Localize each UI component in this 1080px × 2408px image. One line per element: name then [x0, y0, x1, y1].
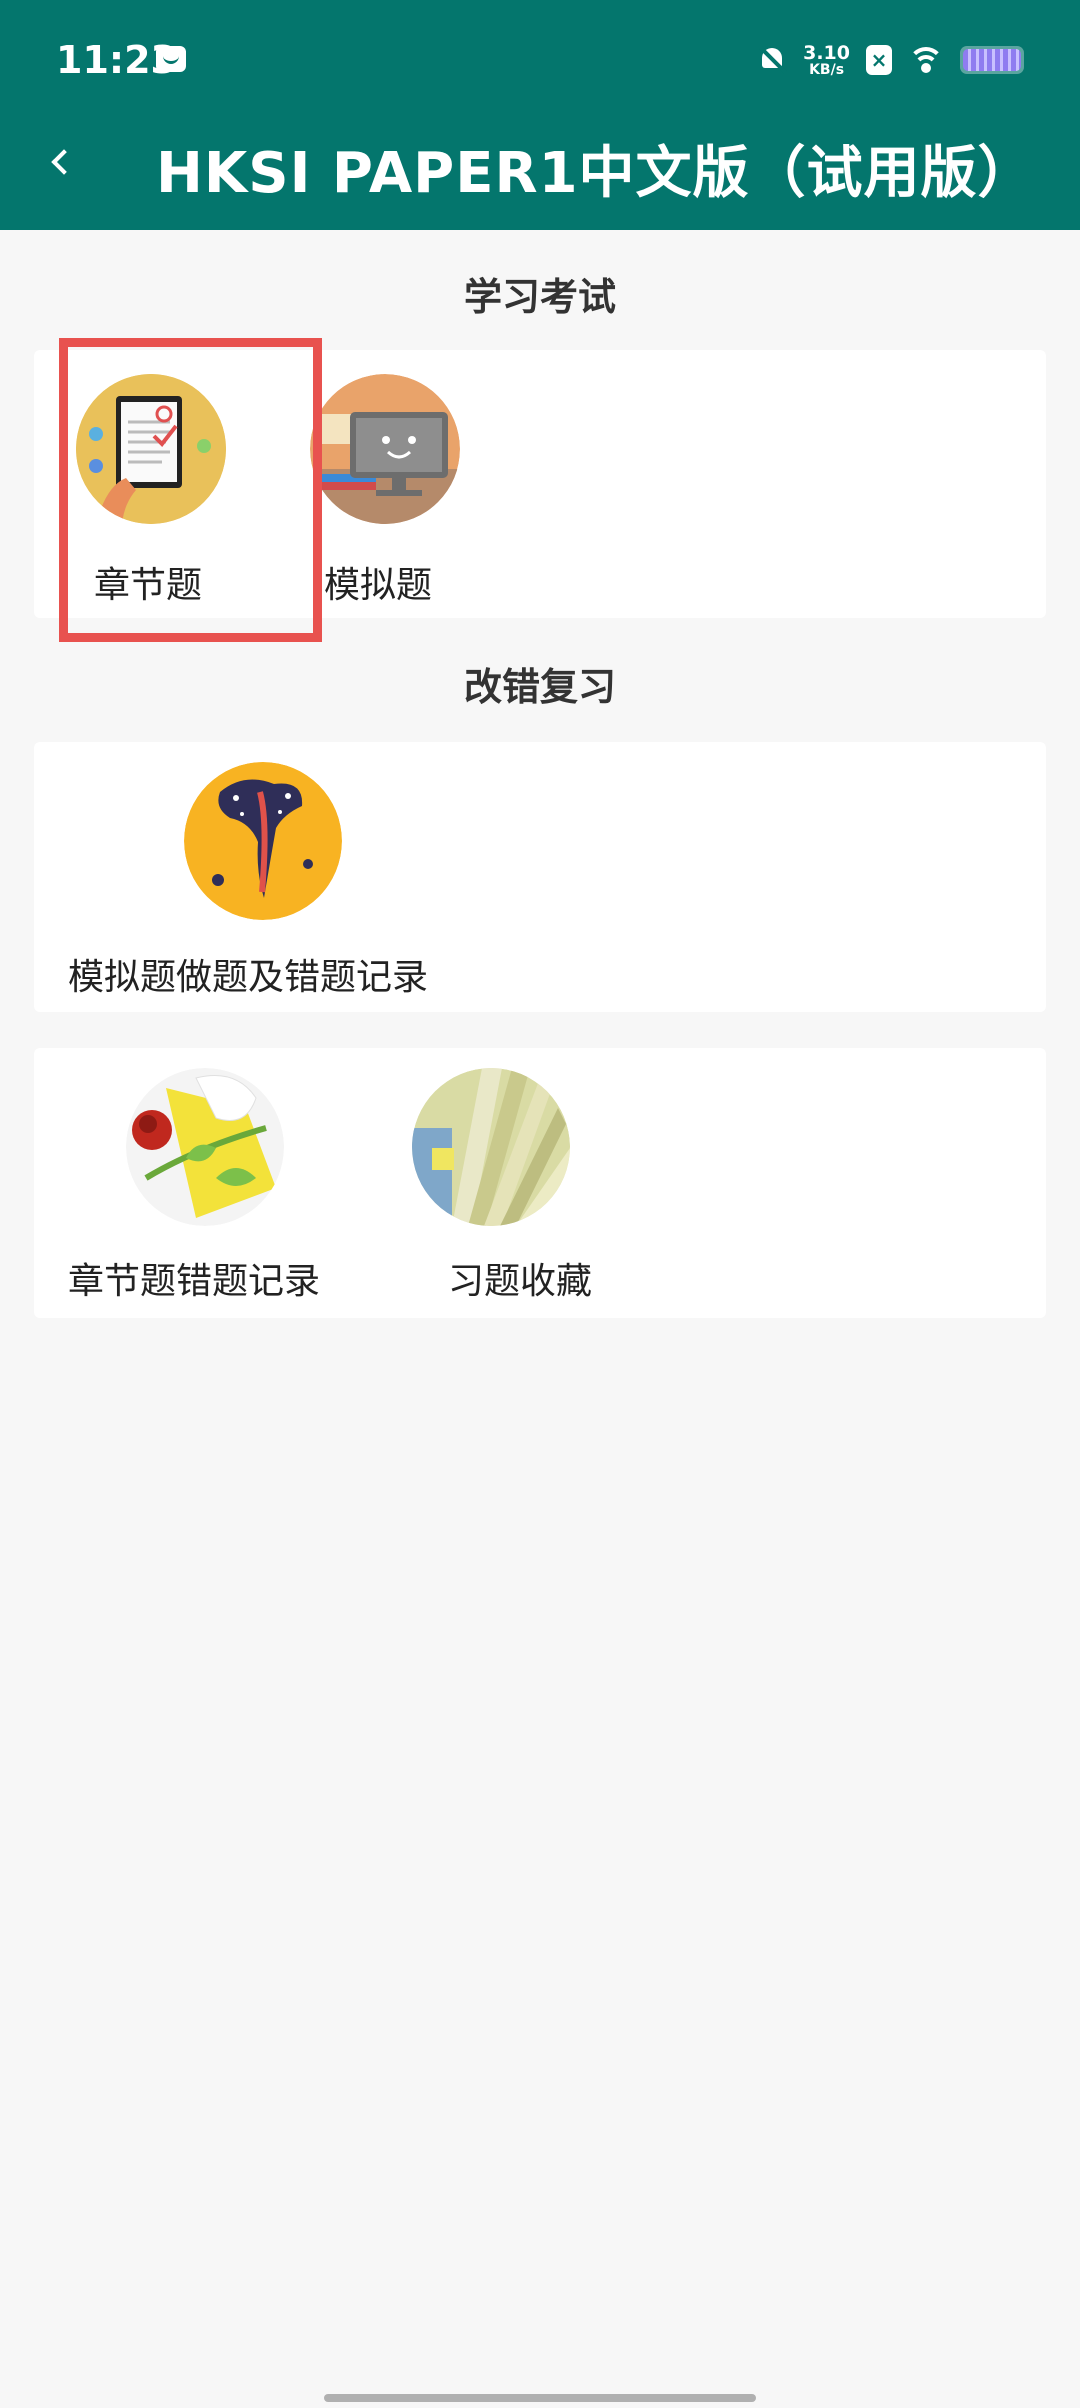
- section-title-study: 学习考试: [463, 275, 616, 319]
- wifi-icon: [908, 45, 944, 75]
- book-pages-icon: [412, 1068, 570, 1226]
- review-card: 模拟题做题及错题记录: [34, 742, 1046, 1012]
- favorite-questions-tile[interactable]: 习题收藏: [374, 1048, 634, 1318]
- home-gesture-bar[interactable]: [324, 2394, 756, 2402]
- monitor-smile-icon: [310, 374, 460, 524]
- message-notification-icon: [156, 46, 186, 72]
- back-button[interactable]: [30, 132, 90, 192]
- section-title-review: 改错复习: [463, 665, 616, 709]
- network-speed-value: 3.10: [803, 41, 850, 64]
- mock-exam-records-tile[interactable]: 模拟题做题及错题记录: [34, 742, 494, 1012]
- battery-icon: [960, 46, 1024, 74]
- starry-figure-icon: [184, 762, 342, 920]
- chevron-left-icon: [51, 149, 77, 175]
- tile-label: 模拟题: [324, 565, 433, 606]
- highlight-box: [59, 338, 322, 642]
- network-speed: 3.10 KB/s: [803, 41, 850, 78]
- more-review-card: 章节题错题记录 习题收藏: [34, 1048, 1046, 1318]
- sim-x-icon: ×: [866, 45, 892, 75]
- tile-label: 模拟题做题及错题记录: [68, 957, 429, 998]
- page-title: HKSI PAPER1中文版（试用版）: [156, 141, 1035, 206]
- tile-label: 习题收藏: [448, 1261, 593, 1302]
- mock-exam-tile[interactable]: 模拟题: [294, 350, 524, 618]
- rose-flower-icon: [126, 1068, 284, 1226]
- tile-label: 章节题错题记录: [68, 1261, 321, 1302]
- bell-muted-icon: [757, 44, 788, 76]
- app-header: 11:23 3.10 KB/s × HKSI PAPER1中文版（试用版）: [0, 0, 1080, 230]
- status-icons: 3.10 KB/s ×: [757, 40, 1024, 80]
- network-speed-unit: KB/s: [809, 61, 845, 78]
- chapter-wrong-records-tile[interactable]: 章节题错题记录: [34, 1048, 374, 1318]
